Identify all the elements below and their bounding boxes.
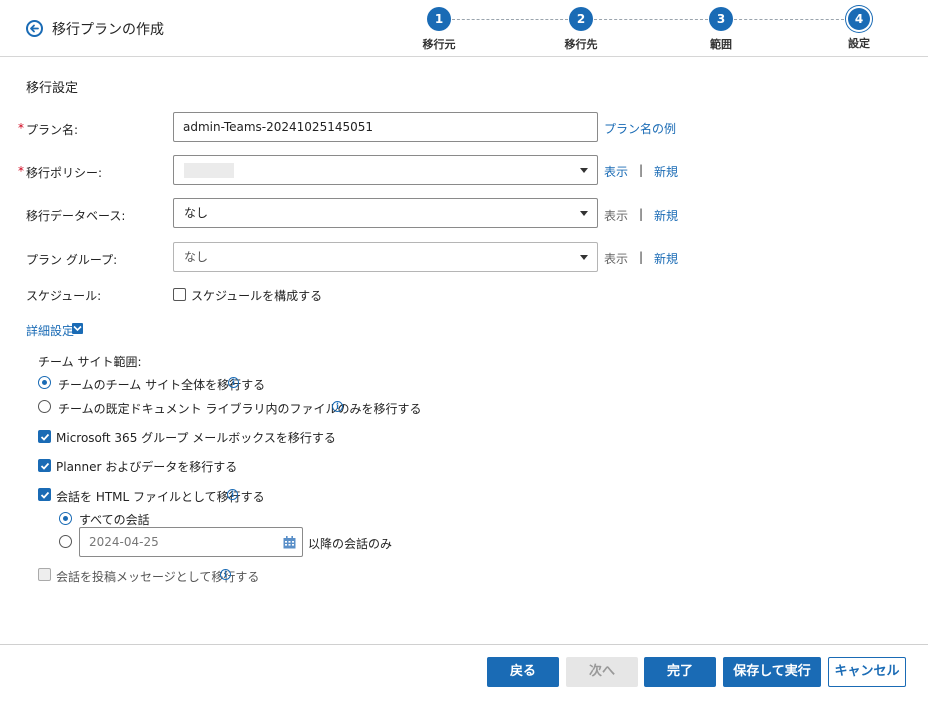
all-conversations-label: すべての会話 <box>79 513 150 527</box>
plan-group-new-link[interactable]: 新規 <box>654 250 678 267</box>
masked-value <box>184 163 234 178</box>
info-icon[interactable]: i <box>227 489 238 500</box>
separator: | <box>639 250 644 264</box>
required-mark: * <box>18 164 24 178</box>
chevron-down-icon <box>580 211 588 216</box>
scope-default-library-radio[interactable] <box>38 400 51 413</box>
plan-name-input[interactable]: admin-Teams-20241025145051 <box>173 112 598 142</box>
m365-mailbox-checkbox[interactable] <box>38 430 51 443</box>
step-label: 範囲 <box>710 38 732 51</box>
conversations-html-checkbox[interactable] <box>38 488 51 501</box>
separator: | <box>639 163 644 177</box>
plan-name-example-link[interactable]: プラン名の例 <box>604 120 676 137</box>
after-date-radio[interactable] <box>59 535 72 548</box>
step-destination[interactable]: 2 移行先 <box>551 7 611 52</box>
scope-entire-site-radio[interactable] <box>38 376 51 389</box>
plan-group-view-link: 表示 <box>604 252 629 266</box>
info-icon[interactable]: i <box>332 401 343 412</box>
finish-button[interactable]: 完了 <box>644 657 716 687</box>
schedule-checkbox[interactable] <box>173 288 186 301</box>
plan-name-label: プラン名: <box>26 123 79 137</box>
step-number: 2 <box>569 7 593 31</box>
policy-view-link[interactable]: 表示 <box>604 163 628 180</box>
database-view-link: 表示 <box>604 209 629 223</box>
back-button[interactable]: 戻る <box>487 657 559 687</box>
step-source[interactable]: 1 移行元 <box>409 7 469 52</box>
info-icon[interactable]: i <box>220 569 231 580</box>
info-icon[interactable]: i <box>228 377 239 388</box>
all-conversations-radio[interactable] <box>59 512 72 525</box>
schedule-label: スケジュール: <box>26 289 102 303</box>
planner-label: Planner およびデータを移行する <box>56 460 238 474</box>
after-date-label: 以降の会話のみ <box>308 537 393 551</box>
database-select[interactable]: なし <box>173 198 598 228</box>
header: 移行プランの作成 1 移行元 2 移行先 3 範囲 4 設定 <box>0 0 928 57</box>
scope-default-library-label: チームの既定ドキュメント ライブラリ内のファイルのみを移行する <box>58 402 422 416</box>
next-button[interactable]: 次へ <box>566 657 638 687</box>
chevron-down-icon <box>580 255 588 260</box>
plan-group-select[interactable]: なし <box>173 242 598 272</box>
required-mark: * <box>18 121 24 135</box>
step-number: 3 <box>709 7 733 31</box>
step-number: 4 <box>848 8 870 30</box>
date-input[interactable]: 2024-04-25 <box>79 527 303 557</box>
post-messages-checkbox[interactable] <box>38 568 51 581</box>
calendar-icon[interactable] <box>283 536 296 549</box>
step-settings[interactable]: 4 設定 <box>829 7 889 51</box>
schedule-checkbox-label: スケジュールを構成する <box>191 289 323 303</box>
page-title: 移行プランの作成 <box>52 22 164 38</box>
database-value: なし <box>184 206 209 220</box>
separator: | <box>639 207 644 221</box>
policy-new-link[interactable]: 新規 <box>654 163 678 180</box>
chevron-down-icon <box>580 168 588 173</box>
chevron-down-icon[interactable] <box>72 323 83 334</box>
policy-select[interactable] <box>173 155 598 185</box>
step-label: 移行元 <box>422 38 456 51</box>
planner-checkbox[interactable] <box>38 459 51 472</box>
date-value: 2024-04-25 <box>89 535 159 549</box>
plan-group-label: プラン グループ: <box>26 253 118 267</box>
advanced-settings-link[interactable]: 詳細設定 <box>26 322 74 339</box>
step-label: 移行先 <box>564 38 598 51</box>
cancel-button[interactable]: キャンセル <box>828 657 906 687</box>
step-label: 設定 <box>848 37 870 50</box>
step-scope[interactable]: 3 範囲 <box>691 7 751 52</box>
save-and-run-button[interactable]: 保存して実行 <box>723 657 821 687</box>
step-number: 1 <box>427 7 451 31</box>
database-new-link[interactable]: 新規 <box>654 207 678 224</box>
plan-group-value: なし <box>184 250 209 264</box>
back-arrow-icon[interactable] <box>26 20 43 37</box>
team-site-scope-label: チーム サイト範囲: <box>38 355 142 369</box>
section-title: 移行設定 <box>26 81 79 96</box>
database-label: 移行データベース: <box>26 209 126 223</box>
policy-label: 移行ポリシー: <box>26 166 103 180</box>
m365-mailbox-label: Microsoft 365 グループ メールボックスを移行する <box>56 431 336 445</box>
